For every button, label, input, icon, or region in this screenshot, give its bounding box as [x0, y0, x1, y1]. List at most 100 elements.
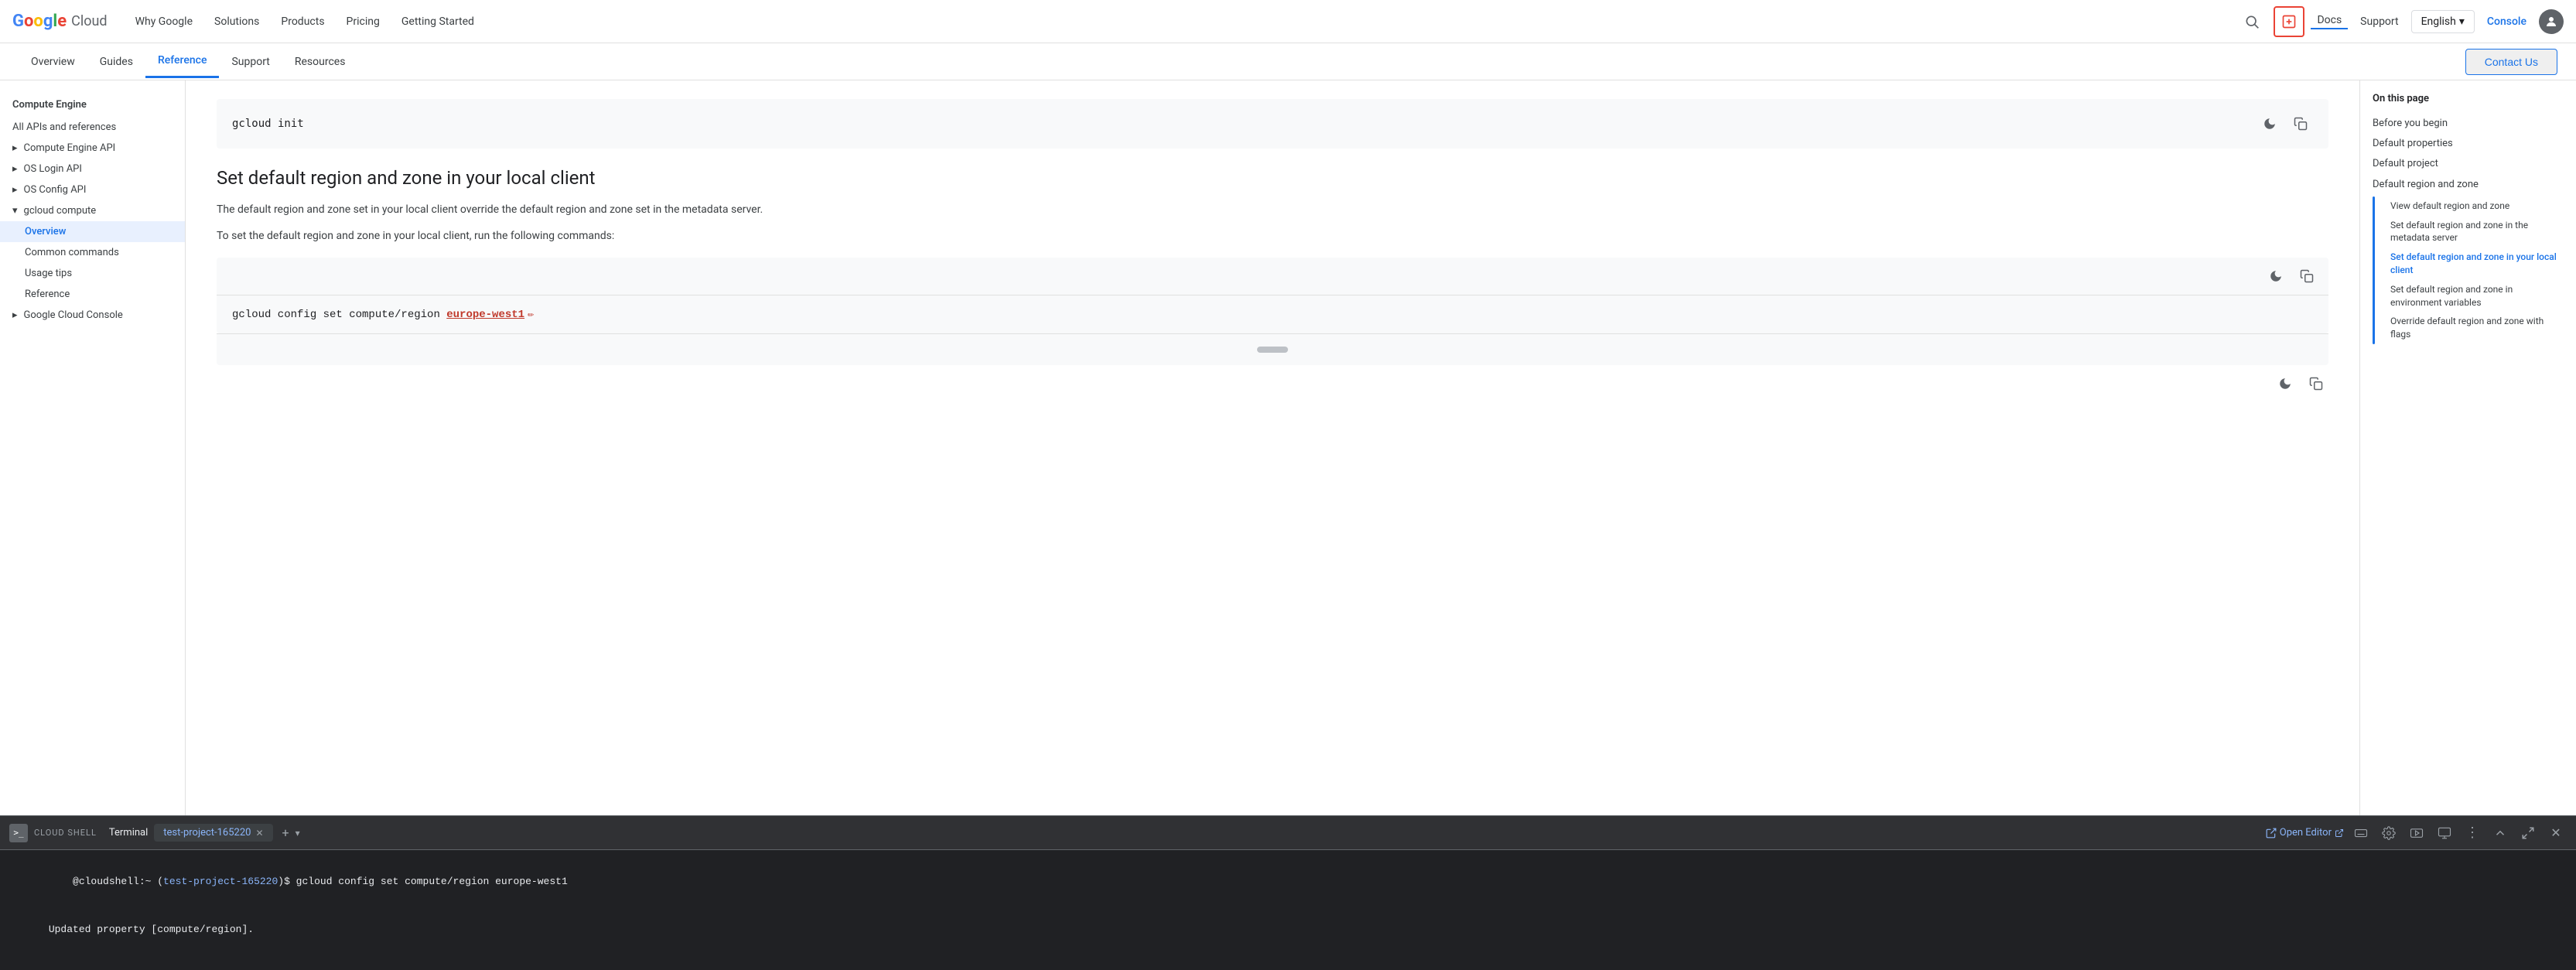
user-avatar[interactable] — [2539, 9, 2564, 34]
terminal-output: Updated property [compute/region]. — [49, 924, 254, 935]
sidebar-item-os-config[interactable]: ▸ OS Config API — [0, 179, 185, 200]
sidebar-item-os-login[interactable]: ▸ OS Login API — [0, 159, 185, 179]
search-button[interactable] — [2236, 6, 2267, 37]
expand-button[interactable] — [2517, 822, 2539, 844]
cloud-shell-label: CLOUD SHELL — [34, 828, 97, 838]
copy-button-2[interactable] — [2294, 264, 2319, 289]
sidebar-item-label: Compute Engine API — [24, 142, 116, 154]
open-editor-label: Open Editor — [2280, 827, 2332, 839]
nav-why-google[interactable]: Why Google — [126, 9, 202, 34]
paragraph-2: To set the default region and zone in yo… — [217, 227, 2328, 244]
section-heading: Set default region and zone in your loca… — [217, 167, 2328, 189]
chevron-right-icon: ▸ — [12, 309, 18, 321]
shell-tab[interactable]: test-project-165220 ✕ — [154, 824, 272, 842]
sidebar-item-label: All APIs and references — [12, 121, 116, 133]
copy-button-3[interactable] — [2304, 371, 2328, 396]
nav-pricing[interactable]: Pricing — [337, 9, 389, 34]
terminal-line-1: @cloudshell:~ (test-project-165220)$ gcl… — [12, 858, 2564, 906]
toc-item-set-env-vars[interactable]: Set default region and zone in environme… — [2381, 280, 2564, 313]
google-wordmark: Google — [12, 12, 67, 31]
toc-sub-items: View default region and zone Set default… — [2381, 196, 2564, 344]
toc-item-view-default[interactable]: View default region and zone — [2381, 196, 2564, 216]
cloud-wordmark: Cloud — [71, 13, 107, 29]
terminal-project-1: test-project-165220 — [163, 876, 278, 887]
chevron-right-icon: ▸ — [12, 163, 18, 175]
code-region-value: europe-west1 — [446, 309, 524, 321]
toc-item-set-local-client[interactable]: Set default region and zone in your loca… — [2381, 248, 2564, 280]
settings-icon-button[interactable] — [2378, 822, 2400, 844]
keyboard-icon-button[interactable] — [2350, 822, 2372, 844]
support-link[interactable]: Support — [2354, 15, 2404, 28]
sidebar-item-gcloud-console[interactable]: ▸ Google Cloud Console — [0, 305, 185, 326]
pencil-icon[interactable]: ✏ — [528, 309, 534, 321]
dark-mode-toggle-2[interactable] — [2263, 264, 2288, 289]
scroll-indicator — [217, 333, 2328, 365]
sidebar: Compute Engine All APIs and references ▸… — [0, 80, 186, 815]
console-button[interactable]: Console — [2481, 15, 2533, 28]
google-cloud-logo[interactable]: Google Cloud — [12, 12, 108, 31]
table-of-contents: On this page Before you begin Default pr… — [2359, 80, 2576, 815]
terminal-prompt-1: @cloudshell:~ ( — [49, 876, 163, 887]
close-shell-button[interactable]: ✕ — [2545, 822, 2567, 844]
open-editor-button[interactable]: Open Editor — [2266, 827, 2344, 839]
sidebar-item-all-apis[interactable]: All APIs and references — [0, 117, 185, 138]
shell-terminal: @cloudshell:~ (test-project-165220)$ gcl… — [0, 850, 2576, 970]
toc-item-default-properties[interactable]: Default properties — [2373, 134, 2564, 154]
sidebar-item-label: Common commands — [25, 247, 119, 258]
contact-us-button[interactable]: Contact Us — [2465, 49, 2557, 75]
shell-tab-project: test-project-165220 — [163, 827, 251, 839]
toc-item-set-metadata[interactable]: Set default region and zone in the metad… — [2381, 216, 2564, 248]
code-text-init: gcloud init — [232, 118, 304, 130]
monitor-icon-button[interactable] — [2434, 822, 2455, 844]
sidebar-item-overview[interactable]: Overview — [0, 221, 185, 242]
terminal-line-3: @cloudshell:~ (test-project-165220)$ — [12, 955, 2564, 970]
sidebar-item-label: Overview — [25, 226, 66, 237]
toc-active-bar — [2373, 196, 2375, 344]
sidebar-item-gcloud-compute[interactable]: ▾ gcloud compute — [0, 200, 185, 221]
tab-guides[interactable]: Guides — [87, 46, 145, 77]
sidebar-item-common-commands[interactable]: Common commands — [0, 242, 185, 263]
paragraph-1: The default region and zone set in your … — [217, 201, 2328, 218]
toc-item-default-project[interactable]: Default project — [2373, 154, 2564, 174]
toc-item-before-you-begin[interactable]: Before you begin — [2373, 114, 2564, 134]
nav-solutions[interactable]: Solutions — [205, 9, 268, 34]
dark-mode-toggle[interactable] — [2257, 111, 2282, 136]
dark-mode-toggle-3[interactable] — [2273, 371, 2298, 396]
webcam-icon-button[interactable] — [2406, 822, 2427, 844]
nav-right-actions: Docs Support English ▾ Console — [2236, 6, 2564, 37]
copy-button[interactable] — [2288, 111, 2313, 136]
more-options-button[interactable]: ⋮ — [2462, 822, 2483, 844]
sub-navigation: Overview Guides Reference Support Resour… — [0, 43, 2576, 80]
sidebar-item-label: gcloud compute — [24, 205, 97, 217]
main-content: gcloud init Set default region and zone … — [186, 80, 2359, 815]
docs-link[interactable]: Docs — [2311, 14, 2348, 29]
highlighted-icon-button[interactable] — [2274, 6, 2304, 37]
cloud-shell-icon: >_ — [9, 824, 28, 842]
nav-products[interactable]: Products — [272, 9, 333, 34]
code-block-config: gcloud config set compute/region europe-… — [217, 258, 2328, 333]
scroll-bar-thumb[interactable] — [1257, 347, 1288, 353]
sidebar-item-usage-tips[interactable]: Usage tips — [0, 263, 185, 284]
tab-support[interactable]: Support — [219, 46, 282, 77]
sidebar-item-compute-api[interactable]: ▸ Compute Engine API — [0, 138, 185, 159]
sidebar-item-label: OS Config API — [24, 184, 87, 196]
tab-resources[interactable]: Resources — [282, 46, 358, 77]
toc-item-override-flags[interactable]: Override default region and zone with fl… — [2381, 312, 2564, 344]
shell-tab-close-button[interactable]: ✕ — [255, 828, 263, 839]
collapse-button[interactable] — [2489, 822, 2511, 844]
add-tab-button[interactable]: + — [282, 825, 289, 840]
cloud-shell-panel: >_ CLOUD SHELL Terminal test-project-165… — [0, 815, 2576, 970]
nav-getting-started[interactable]: Getting Started — [392, 9, 483, 34]
tab-overview[interactable]: Overview — [19, 46, 87, 77]
sidebar-item-reference[interactable]: Reference — [0, 284, 185, 305]
sidebar-item-label: OS Login API — [24, 163, 82, 175]
toc-item-default-region-zone[interactable]: Default region and zone — [2373, 175, 2564, 195]
sidebar-section-title: Compute Engine — [0, 93, 185, 117]
shell-terminal-label: Terminal — [109, 827, 148, 839]
language-selector[interactable]: English ▾ — [2411, 10, 2475, 33]
main-layout: Compute Engine All APIs and references ▸… — [0, 80, 2576, 815]
toc-active-section: View default region and zone Set default… — [2373, 196, 2564, 344]
shell-dropdown-arrow[interactable]: ▾ — [296, 828, 300, 839]
tab-reference[interactable]: Reference — [145, 45, 220, 78]
shell-header: >_ CLOUD SHELL Terminal test-project-165… — [0, 816, 2576, 850]
